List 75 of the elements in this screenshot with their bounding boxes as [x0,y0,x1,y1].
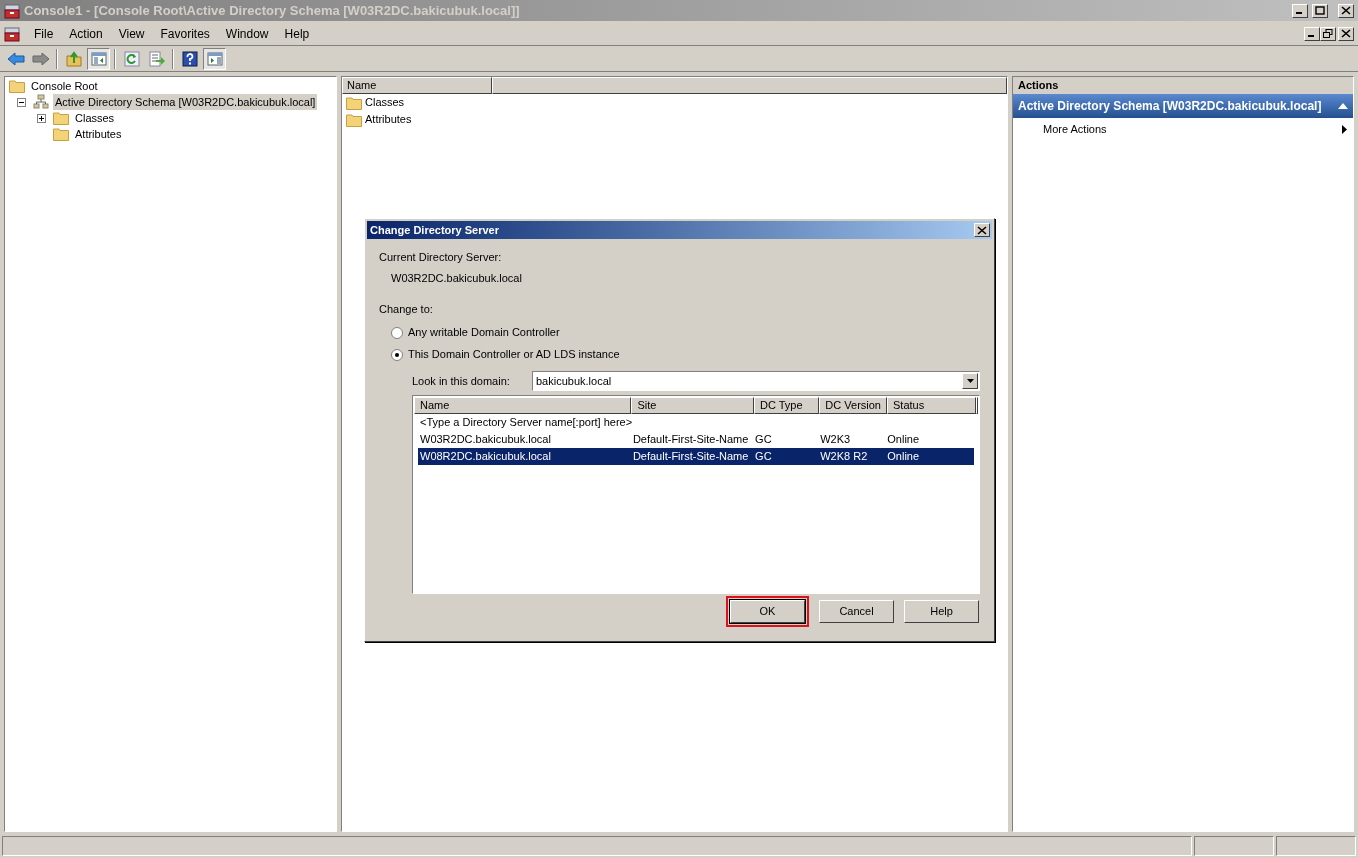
folder-icon [346,112,362,127]
column-header[interactable]: Site [631,397,754,414]
table-cell-text: Default-First-Site-Name [631,432,750,448]
tree-toolbar-button[interactable] [87,47,110,70]
maximize-button[interactable] [1312,3,1328,18]
radio-button[interactable] [391,326,403,339]
list-item[interactable]: Attributes [365,111,412,128]
close-icon [977,225,987,235]
dialog-button[interactable]: Cancel [819,600,894,623]
actions-header: Actions [1013,77,1353,94]
menu-item[interactable]: View [110,24,153,43]
restore-button[interactable] [1320,26,1336,41]
dialog-title: Change Directory Server [370,222,500,238]
folder-icon [9,79,25,93]
table-cell-text: Online [886,449,921,465]
column-header[interactable]: Name [414,397,632,414]
change-to-label: Change to: [379,303,434,316]
maximize-icon [1315,6,1325,15]
dropdown-arrow-icon [966,379,974,383]
window-title: Console1 - [Console Root\Active Directory Schema [W03R2DC.bakicubuk.local]] [24,1,521,20]
menu-item[interactable]: Favorites [152,24,218,43]
server-row[interactable]: W08R2DC.bakicubuk.local Default-First-Site-Name GC W2K8 R2 Online [418,448,974,465]
expand-toggle[interactable] [37,113,46,123]
menu-item[interactable]: Action [61,24,111,43]
table-cell-text: W03R2DC.bakicubuk.local [419,432,552,448]
submenu-arrow-icon [1342,124,1347,134]
close-button[interactable] [974,223,990,237]
action-item[interactable]: More Actions [1013,118,1353,140]
restore-icon [1323,29,1333,38]
list-item[interactable]: Classes [365,94,405,111]
close-icon [1341,29,1351,38]
table-cell-text: W08R2DC.bakicubuk.local [419,449,552,465]
current-server-label: Current Directory Server: [379,251,503,264]
radio-option[interactable]: This Domain Controller or AD LDS instance [391,348,980,361]
dialog-button[interactable]: Help [904,600,979,623]
close-button[interactable] [1338,3,1354,18]
column-header[interactable]: Status [887,397,976,414]
console-icon [4,25,20,42]
column-header[interactable]: DC Type [754,397,820,414]
table-cell-text: GC [754,449,773,465]
tree-item[interactable]: Classes [73,109,117,127]
console-icon [4,2,20,19]
minimize-button[interactable] [1292,3,1308,18]
tree-item[interactable]: Attributes [73,125,124,143]
actionpane-toolbar-button[interactable] [203,47,226,70]
dialog-button[interactable]: OK [730,600,805,623]
column-header[interactable]: DC Version [819,397,887,414]
folder-icon [53,127,69,141]
minimize-button[interactable] [1304,26,1320,41]
table-cell-text: W2K8 R2 [819,449,869,465]
collapse-icon [1338,103,1348,109]
server-row[interactable]: W03R2DC.bakicubuk.local Default-First-Site-Name GC W2K3 Online [418,431,974,448]
tree-item[interactable]: Console Root [29,77,100,95]
menu-item[interactable]: Window [217,24,277,43]
domain-dropdown[interactable]: bakicubuk.local [532,371,980,391]
server-row[interactable]: <Type a Directory Server name[:port] here> [418,414,974,431]
column-header[interactable]: Name [342,77,492,94]
radio-option[interactable]: Any writable Domain Controller [391,326,980,339]
table-cell-text: Default-First-Site-Name [631,449,750,465]
table-cell-text: Online [886,432,921,448]
actions-section-header[interactable]: Active Directory Schema [W03R2DC.bakicubuk.local] [1013,94,1353,118]
current-server-value: W03R2DC.bakicubuk.local [391,272,523,285]
tree-item[interactable]: Active Directory Schema [W03R2DC.bakicubuk.local] [53,93,318,111]
collapse-toggle[interactable] [17,97,26,107]
schema-icon [33,94,49,110]
close-button[interactable] [1338,26,1354,41]
menu-item[interactable]: File [26,24,62,43]
server-name-prompt[interactable]: <Type a Directory Server name[:port] here> [418,414,635,431]
radio-button[interactable] [391,348,403,361]
menu-item[interactable]: Help [276,24,318,43]
close-icon [1341,6,1351,15]
table-cell-text: W2K3 [819,432,852,448]
table-cell-text: GC [754,432,773,448]
domain-label: Look in this domain: [412,373,511,389]
column-header[interactable] [492,77,1007,94]
